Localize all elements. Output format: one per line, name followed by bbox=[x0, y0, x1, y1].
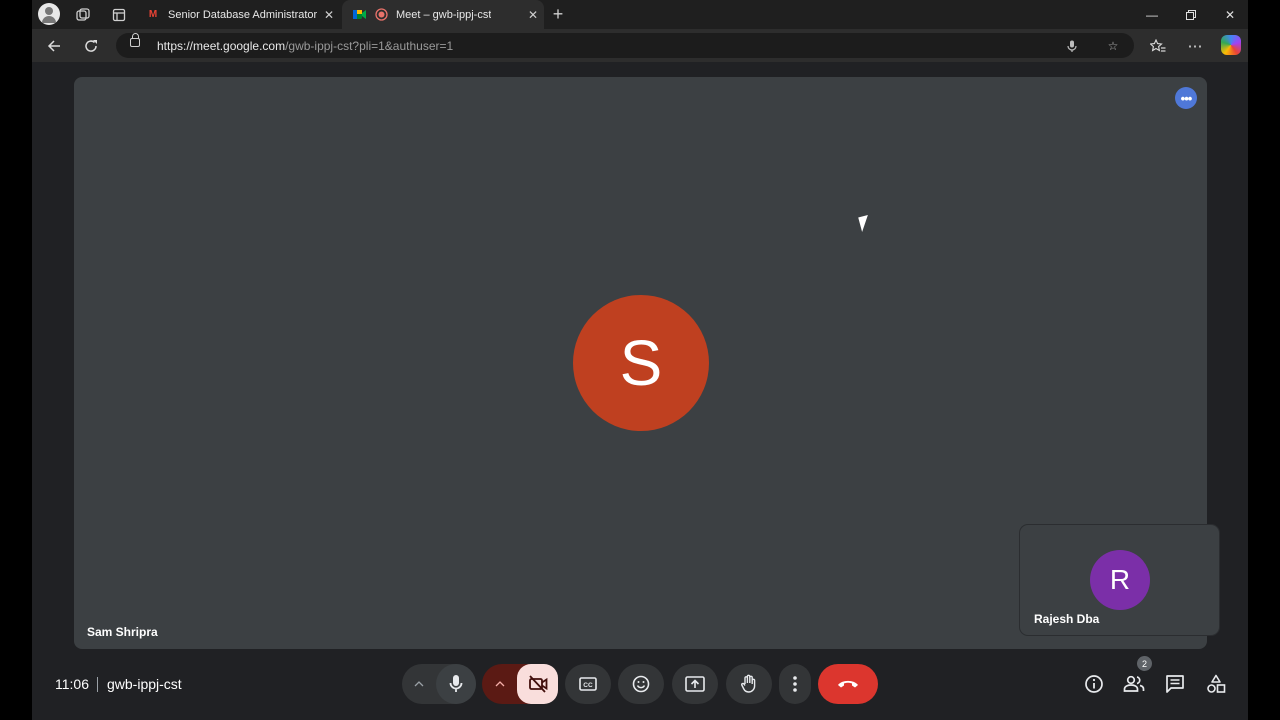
raise-hand-button[interactable] bbox=[726, 664, 772, 704]
end-call-icon bbox=[838, 680, 858, 688]
browser-window: M Senior Database Administrator M ✕ Meet… bbox=[32, 0, 1248, 720]
people-icon bbox=[1123, 675, 1145, 692]
url-field[interactable]: https://meet.google.com/gwb-ippj-cst?pli… bbox=[116, 33, 1134, 58]
recording-icon bbox=[374, 8, 388, 22]
audio-settings-chevron-icon[interactable] bbox=[402, 664, 436, 704]
lock-icon[interactable] bbox=[130, 33, 140, 47]
more-options-icon bbox=[793, 676, 797, 692]
camera-control-group bbox=[482, 664, 558, 704]
captions-icon: CC bbox=[579, 677, 597, 691]
minimize-icon[interactable]: — bbox=[1140, 4, 1164, 26]
mic-button[interactable] bbox=[436, 664, 476, 704]
self-avatar: R bbox=[1090, 550, 1150, 610]
camera-button[interactable] bbox=[517, 664, 558, 704]
meeting-time: 11:06 bbox=[55, 676, 89, 692]
meet-icon bbox=[352, 8, 366, 22]
profile-avatar-icon[interactable] bbox=[38, 3, 60, 25]
back-icon[interactable] bbox=[43, 35, 65, 57]
address-bar-row: https://meet.google.com/gwb-ippj-cst?pli… bbox=[32, 29, 1248, 62]
mic-icon bbox=[449, 675, 463, 692]
more-options-button[interactable] bbox=[779, 664, 811, 704]
divider bbox=[97, 677, 98, 692]
leave-call-button[interactable] bbox=[818, 664, 878, 704]
close-tab-icon[interactable]: ✕ bbox=[528, 8, 538, 22]
favorites-icon[interactable] bbox=[1147, 35, 1169, 57]
new-tab-icon[interactable]: + bbox=[547, 3, 569, 25]
captions-button[interactable]: CC bbox=[565, 664, 611, 704]
workspaces-icon[interactable] bbox=[72, 4, 94, 26]
participant-name: Sam Shripra bbox=[87, 625, 158, 639]
svg-text:CC: CC bbox=[583, 682, 593, 689]
participant-count-badge: 2 bbox=[1137, 656, 1152, 671]
video-settings-chevron-icon[interactable] bbox=[482, 664, 518, 704]
raise-hand-icon bbox=[741, 674, 756, 693]
meeting-details-button[interactable] bbox=[1082, 672, 1106, 696]
close-window-icon[interactable]: ✕ bbox=[1218, 4, 1242, 26]
refresh-icon[interactable] bbox=[80, 35, 102, 57]
mic-control-group bbox=[402, 664, 476, 704]
favorite-star-icon[interactable]: ☆ bbox=[1104, 37, 1122, 55]
meeting-code[interactable]: gwb-ippj-cst bbox=[107, 676, 182, 692]
copilot-icon[interactable] bbox=[1221, 35, 1241, 55]
url-text: https://meet.google.com/gwb-ippj-cst?pli… bbox=[157, 39, 454, 53]
restore-icon[interactable] bbox=[1179, 4, 1203, 26]
chat-button[interactable] bbox=[1163, 672, 1187, 696]
chat-icon bbox=[1166, 675, 1184, 693]
tile-options-icon[interactable]: ••• bbox=[1175, 87, 1197, 109]
tab-meet[interactable]: Meet – gwb-ippj-cst ✕ bbox=[342, 0, 544, 29]
activities-button[interactable] bbox=[1204, 672, 1228, 696]
self-name: Rajesh Dba bbox=[1034, 612, 1100, 626]
tab-actions-icon[interactable] bbox=[108, 4, 130, 26]
microphone-permission-icon[interactable] bbox=[1063, 37, 1081, 55]
activities-icon bbox=[1207, 674, 1226, 693]
tab-gmail[interactable]: M Senior Database Administrator M ✕ bbox=[136, 0, 340, 29]
self-video-tile[interactable]: R Rajesh Dba bbox=[1020, 525, 1219, 635]
tab-title: Meet – gwb-ippj-cst bbox=[396, 8, 492, 21]
info-icon bbox=[1085, 675, 1103, 693]
participant-avatar: S bbox=[573, 295, 709, 431]
emoji-icon bbox=[632, 675, 650, 693]
present-button[interactable] bbox=[672, 664, 718, 704]
people-button[interactable] bbox=[1122, 672, 1146, 696]
tab-bar: M Senior Database Administrator M ✕ Meet… bbox=[32, 0, 1248, 29]
reactions-button[interactable] bbox=[618, 664, 664, 704]
gmail-icon: M bbox=[148, 9, 158, 20]
settings-more-icon[interactable]: ⋯ bbox=[1184, 35, 1206, 57]
camera-off-icon bbox=[528, 675, 547, 693]
close-tab-icon[interactable]: ✕ bbox=[324, 8, 334, 22]
present-icon bbox=[685, 676, 705, 692]
mouse-cursor-icon bbox=[858, 214, 872, 233]
tab-title: Senior Database Administrator M bbox=[168, 8, 320, 21]
